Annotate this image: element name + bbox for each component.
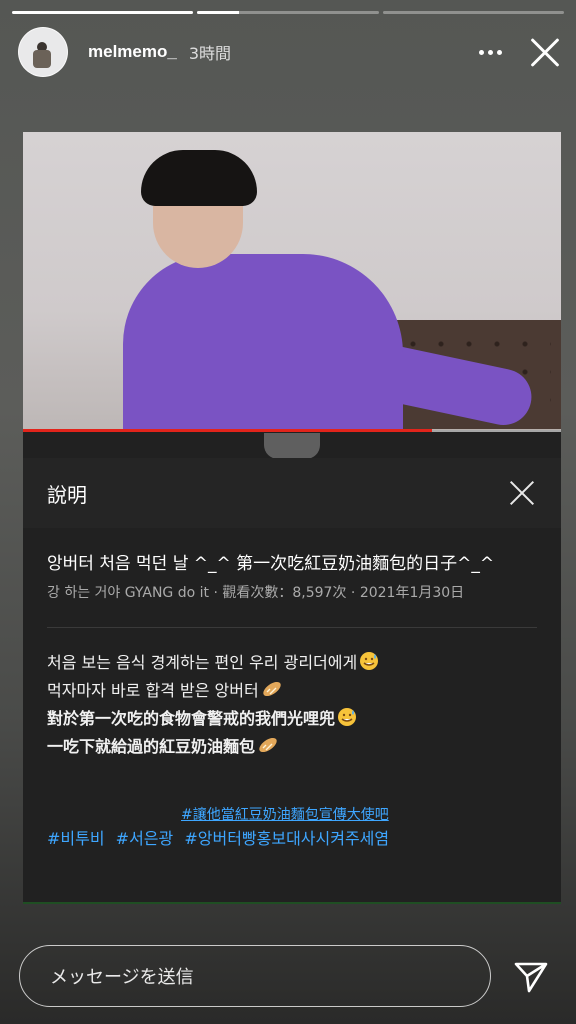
- bread-emoji-icon: [261, 679, 283, 708]
- description-line: 一吃下就給過的紅豆奶油麵包: [47, 737, 256, 756]
- sweat-smile-emoji-icon: [359, 651, 379, 680]
- video-meta: 강 하는 거야 GYANG do it · 觀看次數：8,597次 · 2021…: [47, 585, 465, 601]
- story-progress-segment: [12, 11, 194, 14]
- avatar[interactable]: [18, 27, 68, 77]
- hashtag-link[interactable]: #讓他當紅豆奶油麵包宣傳大使吧: [181, 804, 389, 824]
- story-progress: [12, 11, 564, 14]
- bread-emoji-icon: [257, 735, 279, 764]
- description-line: 對於第一次吃的食物會警戒的我們光哩兜: [47, 709, 336, 728]
- send-icon[interactable]: [512, 958, 550, 996]
- shared-video-card[interactable]: 說明 앙버터 처음 먹던 날 ^_^ 第一次吃紅豆奶油麵包的日子^_^ 강 하는…: [23, 132, 561, 904]
- hashtag[interactable]: #서은광: [116, 829, 174, 848]
- message-input[interactable]: メッセージを送信: [19, 945, 491, 1007]
- hashtag[interactable]: #앙버터빵홍보대사시켜주세염: [184, 829, 389, 848]
- story-header: melmemo_ 3時間: [18, 26, 562, 78]
- panel-header: 說明: [23, 458, 561, 528]
- channel-name[interactable]: 강 하는 거야 GYANG do it: [47, 585, 209, 601]
- description-text: 처음 보는 음식 경계하는 편인 우리 광리더에게 먹자마자 바로 합격 받은 …: [47, 649, 537, 761]
- divider: [47, 627, 537, 628]
- description-panel: 說明 앙버터 처음 먹던 날 ^_^ 第一次吃紅豆奶油麵包的日子^_^ 강 하는…: [23, 432, 561, 904]
- username[interactable]: melmemo_: [88, 42, 177, 62]
- drag-handle[interactable]: [264, 433, 320, 459]
- panel-bottom-border: [23, 902, 561, 904]
- view-count: 觀看次數：8,597次: [222, 585, 347, 601]
- close-icon[interactable]: [526, 34, 562, 70]
- message-placeholder: メッセージを送信: [50, 967, 194, 988]
- video-thumbnail[interactable]: [23, 132, 561, 430]
- panel-title: 說明: [47, 483, 87, 507]
- video-title: 앙버터 처음 먹던 날 ^_^ 第一次吃紅豆奶油麵包的日子^_^: [47, 554, 495, 574]
- post-time: 3時間: [188, 44, 232, 63]
- description-line: 처음 보는 음식 경계하는 편인 우리 광리더에게: [47, 653, 358, 672]
- publish-date: 2021年1月30日: [359, 585, 465, 601]
- hashtag[interactable]: #비투비: [47, 829, 105, 848]
- story-progress-segment-current: [197, 11, 379, 14]
- story-progress-segment: [382, 11, 564, 14]
- description-line: 먹자마자 바로 합격 받은 앙버터: [47, 681, 259, 700]
- close-panel-icon[interactable]: [508, 480, 534, 506]
- hashtag-list: #비투비 #서은광 #앙버터빵홍보대사시켜주세염: [47, 825, 395, 849]
- sweat-smile-emoji-icon: [337, 707, 357, 736]
- more-options-icon[interactable]: [472, 34, 508, 70]
